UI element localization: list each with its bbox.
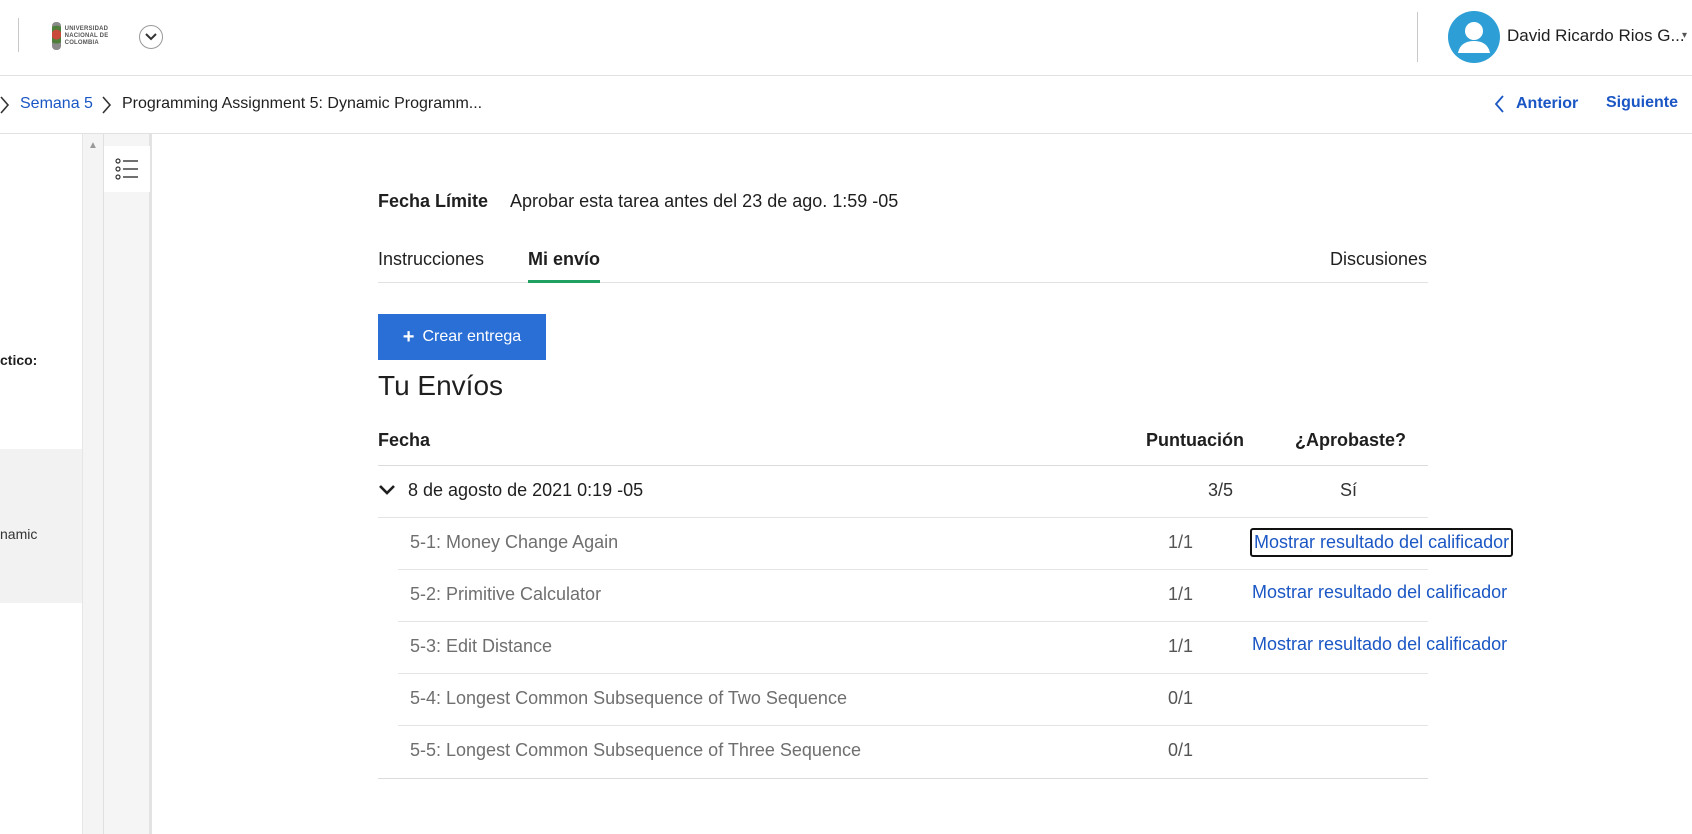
item-name: 5-3: Edit Distance	[410, 636, 553, 656]
column-header-passed: ¿Aprobaste?	[1295, 430, 1407, 450]
column-header-date: Fecha	[378, 430, 431, 450]
create-submission-label: Crear entrega	[422, 328, 522, 345]
chevron-down-icon	[145, 33, 157, 41]
user-name[interactable]: David Ricardo Rios G...	[1507, 26, 1685, 46]
item-score: 0/1	[1168, 740, 1194, 760]
show-grader-output-link[interactable]: Mostrar resultado del calificador	[1250, 632, 1509, 657]
submission-passed: Sí	[1340, 480, 1358, 500]
toggle-outline-button[interactable]	[104, 146, 150, 192]
caret-down-icon[interactable]: ▾	[1682, 30, 1687, 41]
table-row: 5-4: Longest Common Subsequence of Two S…	[398, 674, 1428, 726]
sidebar-item-label[interactable]: ctico:	[0, 352, 37, 368]
item-name: 5-2: Primitive Calculator	[410, 584, 602, 604]
chevron-right-icon	[102, 96, 112, 114]
breadcrumb-week-link[interactable]: Semana 5	[20, 95, 93, 113]
divider	[1417, 12, 1418, 62]
sidebar-scrollbar[interactable]: ▲	[82, 134, 104, 834]
due-date-text: Aprobar esta tarea antes del 23 de ago. …	[510, 191, 899, 211]
item-name: 5-1: Money Change Again	[410, 532, 619, 552]
plus-icon: +	[402, 326, 415, 348]
due-date: Fecha Límite Aprobar esta tarea antes del…	[378, 191, 898, 212]
logo-dropdown-button[interactable]	[139, 25, 163, 49]
item-name: 5-4: Longest Common Subsequence of Two S…	[410, 688, 847, 708]
column-header-score: Puntuación	[1146, 430, 1244, 450]
main-content: Fecha Límite Aprobar esta tarea antes del…	[378, 134, 1528, 834]
item-score: 1/1	[1168, 636, 1194, 656]
table-row: 5-1: Money Change Again 1/1 Mostrar resu…	[398, 518, 1514, 570]
item-score: 1/1	[1168, 584, 1194, 604]
university-logo[interactable]: UNIVERSIDAD NACIONAL DE COLOMBIA	[52, 20, 114, 52]
list-icon	[115, 158, 138, 180]
previous-button[interactable]: Anterior	[1494, 94, 1578, 114]
submission-score: 3/5	[1208, 480, 1234, 500]
top-bar: UNIVERSIDAD NACIONAL DE COLOMBIA David R…	[0, 0, 1692, 76]
logo-text: UNIVERSIDAD NACIONAL DE COLOMBIA	[64, 25, 109, 46]
chevron-down-icon[interactable]	[378, 484, 396, 496]
table-header: Fecha Puntuación ¿Aprobaste?	[378, 424, 1428, 466]
divider	[18, 18, 19, 52]
sidebar-item-label[interactable]: namic	[0, 526, 37, 542]
due-date-label: Fecha Límite	[378, 191, 489, 211]
tab-instrucciones[interactable]: Instrucciones	[378, 249, 484, 280]
show-grader-output-link[interactable]: Mostrar resultado del calificador	[1250, 528, 1514, 557]
avatar[interactable]	[1448, 11, 1500, 63]
tab-discusiones[interactable]: Discusiones	[1330, 249, 1427, 280]
scroll-up-icon[interactable]: ▲	[88, 140, 98, 151]
table-row: 5-3: Edit Distance 1/1 Mostrar resultado…	[398, 622, 1507, 674]
submission-date: 8 de agosto de 2021 0:19 -05	[408, 480, 644, 500]
create-submission-button[interactable]: + Crear entrega	[378, 314, 546, 360]
show-grader-output-link[interactable]: Mostrar resultado del calificador	[1250, 580, 1509, 605]
breadcrumb-current: Programming Assignment 5: Dynamic Progra…	[122, 95, 483, 112]
user-icon	[1458, 22, 1490, 53]
submission-row[interactable]: 8 de agosto de 2021 0:19 -05 3/5 Sí	[378, 466, 1428, 518]
item-name: 5-5: Longest Common Subsequence of Three…	[410, 740, 861, 760]
divider	[378, 778, 1428, 779]
item-score: 0/1	[1168, 688, 1194, 708]
table-row: 5-5: Longest Common Subsequence of Three…	[398, 726, 1428, 778]
tool-rail	[104, 134, 152, 834]
tabs: Instrucciones Mi envío Discusiones	[378, 241, 1428, 283]
table-row: 5-2: Primitive Calculator 1/1 Mostrar re…	[398, 570, 1507, 622]
item-score: 1/1	[1168, 532, 1194, 552]
next-button[interactable]: Siguiente	[1606, 94, 1678, 112]
tab-mi-envio[interactable]: Mi envío	[528, 249, 601, 283]
breadcrumb: Semana 5 Programming Assignment 5: Dynam…	[0, 77, 1692, 134]
chevron-right-icon	[0, 96, 10, 114]
submissions-title: Tu Envíos	[378, 370, 504, 401]
university-seal-icon	[52, 22, 61, 50]
course-sidebar: ctico: namic	[0, 134, 82, 834]
chevron-left-icon	[1494, 95, 1504, 113]
previous-label: Anterior	[1516, 95, 1579, 112]
